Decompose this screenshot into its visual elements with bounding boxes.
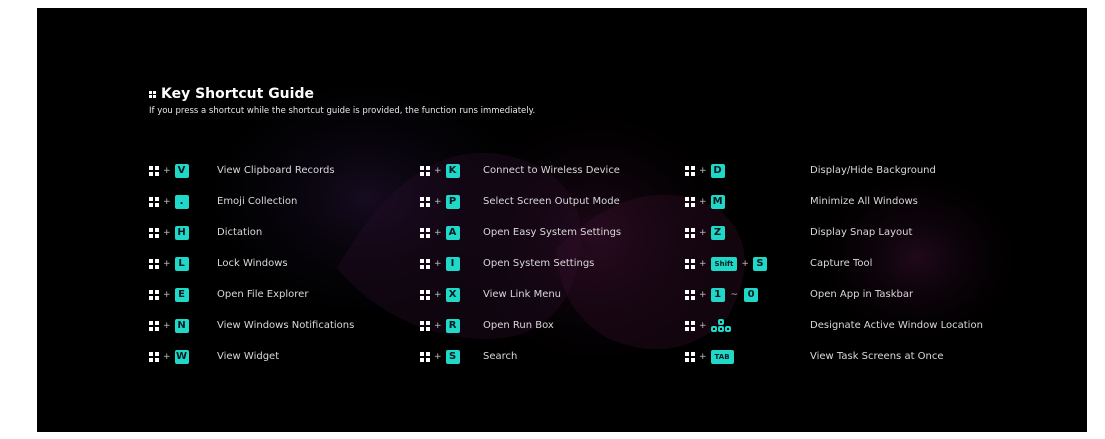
background-artwork (177, 58, 1037, 388)
windows-key-icon (149, 90, 156, 98)
windows-key-icon (149, 196, 159, 207)
windows-key-icon (420, 258, 430, 269)
shortcut-label: Minimize All Windows (810, 196, 918, 207)
shortcut-guide-screen: Key Shortcut Guide If you press a shortc… (37, 8, 1087, 432)
windows-key-icon (685, 196, 695, 207)
shortcut-column-3: + D Display/Hide Background + M Minimize A… (685, 155, 983, 372)
shortcut-key: P (445, 194, 460, 209)
shortcut-row[interactable]: + TAB View Task Screens at Once (685, 341, 944, 372)
shortcut-label: Search (483, 351, 518, 362)
shortcut-key: I (445, 256, 460, 271)
snap-layout-icon (710, 319, 731, 332)
windows-key-icon (685, 289, 695, 300)
shortcut-key: K (445, 163, 460, 178)
shortcut-label: Display/Hide Background (810, 165, 936, 176)
shortcut-row[interactable]: + A Open Easy System Settings (420, 217, 621, 248)
windows-key-icon (685, 351, 695, 362)
windows-key-icon (149, 289, 159, 300)
shortcut-key: 1 (710, 287, 725, 302)
shortcut-row[interactable]: + Designate Active Window Location (685, 310, 983, 341)
shortcut-label: Open App in Taskbar (810, 289, 914, 300)
shortcut-key: . (174, 194, 189, 209)
shortcut-row[interactable]: + P Select Screen Output Mode (420, 186, 620, 217)
shortcut-label: View Link Menu (483, 289, 562, 300)
windows-key-icon (420, 351, 430, 362)
shortcut-row[interactable]: + I Open System Settings (420, 248, 594, 279)
shortcut-label: Display Snap Layout (810, 227, 913, 238)
shortcut-row[interactable]: + D Display/Hide Background (685, 155, 936, 186)
shortcut-label: Open File Explorer (217, 289, 309, 300)
windows-key-icon (420, 289, 430, 300)
shortcut-key: 0 (744, 287, 759, 302)
shortcut-row[interactable]: + Shift + S Capture Tool (685, 248, 872, 279)
windows-key-icon (149, 227, 159, 238)
shortcut-key: V (174, 163, 189, 178)
shortcut-label: View Task Screens at Once (810, 351, 944, 362)
shortcut-label: Lock Windows (217, 258, 288, 269)
shortcut-key: S (752, 256, 767, 271)
shortcut-label: Open Run Box (483, 320, 554, 331)
shortcut-key: R (445, 318, 460, 333)
shortcut-row[interactable]: + E Open File Explorer (149, 279, 308, 310)
shortcut-column-1: + V View Clipboard Records +. Emoji Colle… (149, 155, 354, 372)
shortcut-label: View Widget (217, 351, 280, 362)
shortcut-label: Open Easy System Settings (483, 227, 622, 238)
shortcut-row[interactable]: + V View Clipboard Records (149, 155, 335, 186)
shortcut-label: Select Screen Output Mode (483, 196, 620, 207)
shortcut-row[interactable]: + X View Link Menu (420, 279, 561, 310)
shift-key: Shift (710, 256, 738, 271)
windows-key-icon (149, 165, 159, 176)
shortcut-row[interactable]: + M Minimize All Windows (685, 186, 918, 217)
shortcut-row[interactable]: + L Lock Windows (149, 248, 288, 279)
shortcut-key: Z (710, 225, 725, 240)
shortcut-label: Connect to Wireless Device (483, 165, 620, 176)
windows-key-icon (149, 351, 159, 362)
shortcut-row[interactable]: + W View Widget (149, 341, 279, 372)
shortcut-label: Dictation (217, 227, 263, 238)
shortcut-column-2: + K Connect to Wireless Device + P Select … (420, 155, 621, 372)
windows-key-icon (685, 320, 695, 331)
shortcut-key: S (445, 349, 460, 364)
shortcut-key: H (174, 225, 189, 240)
shortcut-row[interactable]: + R Open Run Box (420, 310, 554, 341)
windows-key-icon (420, 227, 430, 238)
shortcut-label: Emoji Collection (217, 196, 298, 207)
shortcut-key: A (445, 225, 460, 240)
shortcut-row[interactable]: + Z Display Snap Layout (685, 217, 912, 248)
shortcut-row[interactable]: + K Connect to Wireless Device (420, 155, 620, 186)
windows-key-icon (149, 320, 159, 331)
shortcut-label: Designate Active Window Location (810, 320, 983, 331)
windows-key-icon (685, 258, 695, 269)
shortcut-row[interactable]: + N View Windows Notifications (149, 310, 354, 341)
windows-key-icon (685, 165, 695, 176)
tab-key: TAB (710, 349, 734, 364)
shortcut-key: D (710, 163, 725, 178)
shortcut-label: Capture Tool (810, 258, 873, 269)
windows-key-icon (685, 227, 695, 238)
shortcut-label: View Windows Notifications (217, 320, 355, 331)
windows-key-icon (149, 258, 159, 269)
shortcut-row[interactable]: + H Dictation (149, 217, 262, 248)
windows-key-icon (420, 165, 430, 176)
guide-header: Key Shortcut Guide If you press a shortc… (149, 86, 535, 116)
shortcut-key: L (174, 256, 189, 271)
shortcut-key: W (174, 349, 189, 364)
shortcut-key: X (445, 287, 460, 302)
guide-subtitle: If you press a shortcut while the shortc… (149, 106, 536, 116)
shortcut-row[interactable]: + S Search (420, 341, 517, 372)
shortcut-row[interactable]: +1 ~0 Open App in Taskbar (685, 279, 913, 310)
shortcut-label: View Clipboard Records (217, 165, 335, 176)
shortcut-key: E (174, 287, 189, 302)
guide-title: Key Shortcut Guide (161, 86, 314, 102)
shortcut-row[interactable]: +. Emoji Collection (149, 186, 297, 217)
shortcut-key: N (174, 318, 189, 333)
shortcut-key: M (710, 194, 725, 209)
windows-key-icon (420, 320, 430, 331)
windows-key-icon (420, 196, 430, 207)
shortcut-label: Open System Settings (483, 258, 595, 269)
